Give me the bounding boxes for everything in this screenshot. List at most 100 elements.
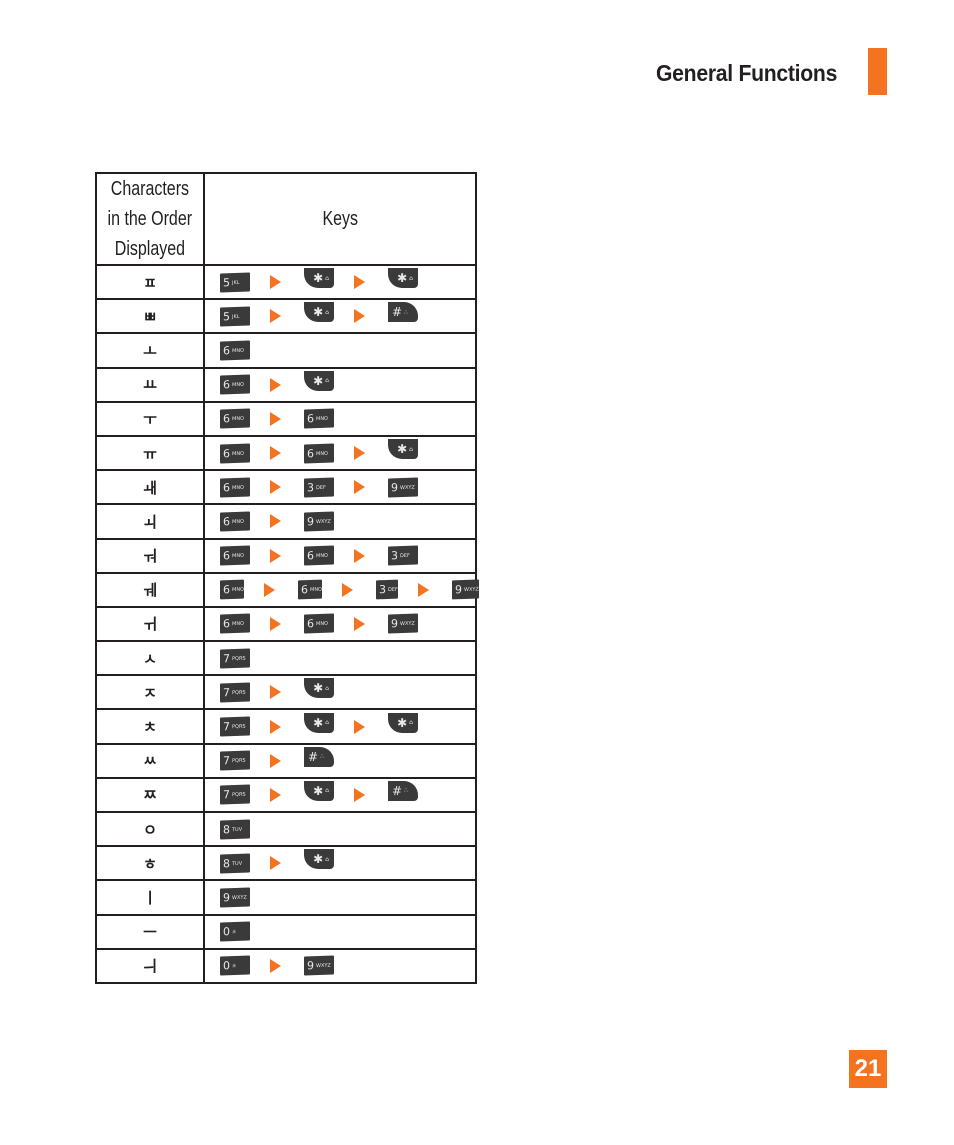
key-3-icon: 3 DEF xyxy=(376,579,398,600)
key-digit: 6 xyxy=(223,378,230,392)
table-row: ㅈ 7 PQRS ✱ ⌂ xyxy=(95,674,477,711)
key-star-icon: ✱ ⌂ xyxy=(304,712,334,733)
key-9-icon: 9 WXYZ xyxy=(451,579,479,600)
key-6-icon: 6 MNO xyxy=(220,443,250,464)
key-letters: MNO xyxy=(232,620,244,628)
key-star-icon: ✱ ⌂ xyxy=(388,268,418,289)
arrow-right-icon xyxy=(270,856,281,871)
key-5-icon: 5 JKL xyxy=(220,272,250,293)
section-title: General Functions xyxy=(656,60,838,86)
key-subsymbol: ⌂ xyxy=(325,377,329,385)
key-sequence: 6 MNO xyxy=(203,332,477,369)
key-subsymbol: ⌂ xyxy=(325,787,329,795)
column-header-keys: Keys xyxy=(203,172,477,266)
key-letters: MNO xyxy=(310,586,322,593)
key-sequence: 6 MNO 6 MNO 9 WXYZ xyxy=(203,605,477,643)
key-digit: 9 xyxy=(307,959,314,973)
key-sequence: 7 PQRS ✱ ⌂ xyxy=(203,674,477,711)
arrow-right-icon xyxy=(270,446,281,461)
key-6-icon: 6 MNO xyxy=(220,613,250,634)
arrow-right-icon xyxy=(270,480,281,495)
key-3-icon: 3 DEF xyxy=(388,545,418,566)
key-sequence: 6 MNO ✱ ⌂ xyxy=(203,366,477,403)
key-letters: WXYZ xyxy=(232,894,247,901)
key-letters: PQRS xyxy=(232,688,246,696)
hangul-character: ㅣ xyxy=(95,879,205,916)
table-row: ㅙ 6 MNO 3 DEF 9 WXYZ xyxy=(95,469,477,506)
key-digit: 7 xyxy=(223,651,230,666)
key-6-icon: 6 MNO xyxy=(304,613,334,634)
key-letters: MNO xyxy=(316,620,328,628)
key-letters: TUV xyxy=(232,825,243,833)
page-number: 21 xyxy=(849,1050,887,1088)
key-symbol: ✱ xyxy=(313,271,324,286)
key-letters: MNO xyxy=(232,381,244,388)
hangul-character: ㅅ xyxy=(95,640,205,677)
arrow-right-icon xyxy=(270,719,281,734)
key-digit: 3 xyxy=(391,549,398,563)
header-line: in the Order xyxy=(107,208,193,230)
key-5-icon: 5 JKL xyxy=(220,306,250,327)
key-letters: DEF xyxy=(400,552,410,559)
key-star-icon: ✱ ⌂ xyxy=(304,849,334,870)
hangul-character: ㅍ xyxy=(95,263,205,301)
key-digit: 9 xyxy=(454,583,462,597)
key-digit: 6 xyxy=(223,344,230,358)
key-9-icon: 9 WXYZ xyxy=(304,511,334,532)
key-6-icon: 6 MNO xyxy=(220,374,250,395)
key-digit: 9 xyxy=(223,891,230,905)
key-digit: 9 xyxy=(391,617,398,631)
key-9-icon: 9 WXYZ xyxy=(388,613,418,634)
key-letters: MNO xyxy=(232,518,244,525)
hangul-character: ㅝ xyxy=(95,537,205,574)
key-hash-icon: # ∴ xyxy=(388,302,418,323)
key-sequence: 5 JKL ✱ ⌂ # ∴ xyxy=(203,298,477,335)
key-letters: PQRS xyxy=(232,654,246,662)
key-sequence: 6 MNO 6 MNO 3 DEF xyxy=(203,537,477,574)
hangul-character: ㅢ xyxy=(95,947,205,984)
key-symbol: # xyxy=(392,305,403,320)
key-letters: JKL xyxy=(232,278,240,286)
key-symbol: # xyxy=(308,749,319,764)
hangul-character: ㅟ xyxy=(95,605,205,643)
key-digit: 6 xyxy=(301,583,308,597)
key-digit: 6 xyxy=(223,446,230,460)
hangul-character: ㅃ xyxy=(95,298,205,335)
hangul-character: ㅠ xyxy=(95,434,205,472)
key-sequence: 8 TUV xyxy=(203,810,477,848)
key-8-icon: 8 TUV xyxy=(220,853,250,874)
arrow-right-icon xyxy=(417,582,429,597)
hangul-character: ㅈ xyxy=(95,674,205,711)
arrow-right-icon xyxy=(270,958,281,973)
key-letters: MNO xyxy=(316,552,328,559)
key-symbol: ✱ xyxy=(313,783,324,798)
key-letters: WXYZ xyxy=(316,962,331,969)
table-row: ㅆ 7 PQRS # ∴ xyxy=(95,742,477,779)
key-sequence: 5 JKL ✱ ⌂ ✱ ⌂ xyxy=(203,263,477,301)
key-digit: 7 xyxy=(223,788,230,802)
table-row: ㅇ 8 TUV xyxy=(95,810,477,848)
key-sequence: 9 WXYZ xyxy=(203,879,477,916)
arrow-right-icon xyxy=(270,753,281,768)
key-6-icon: 6 MNO xyxy=(298,579,322,600)
key-subsymbol: ⌂ xyxy=(409,719,413,727)
key-subsymbol: ⌂ xyxy=(325,855,329,863)
key-digit: 6 xyxy=(307,446,314,460)
key-star-icon: ✱ ⌂ xyxy=(388,439,418,460)
arrow-right-icon xyxy=(270,411,281,426)
hangul-character: ㅙ xyxy=(95,469,205,506)
key-symbol: ✱ xyxy=(397,715,408,730)
key-digit: 7 xyxy=(223,686,230,700)
key-letters: WXYZ xyxy=(316,517,331,525)
header-keys-label: Keys xyxy=(322,208,358,230)
key-sequence: 6 MNO 3 DEF 9 WXYZ xyxy=(203,469,477,506)
arrow-right-icon xyxy=(270,787,281,802)
key-7-icon: 7 PQRS xyxy=(220,750,250,771)
key-symbol: ✱ xyxy=(313,373,324,388)
key-letters: PQRS xyxy=(232,757,246,764)
table-row: ㅗ 6 MNO xyxy=(95,332,477,369)
key-9-icon: 9 WXYZ xyxy=(220,887,250,908)
table-row: ㅛ 6 MNO ✱ ⌂ xyxy=(95,366,477,403)
hangul-character: ㅛ xyxy=(95,366,205,403)
key-letters: MNO xyxy=(316,415,328,422)
